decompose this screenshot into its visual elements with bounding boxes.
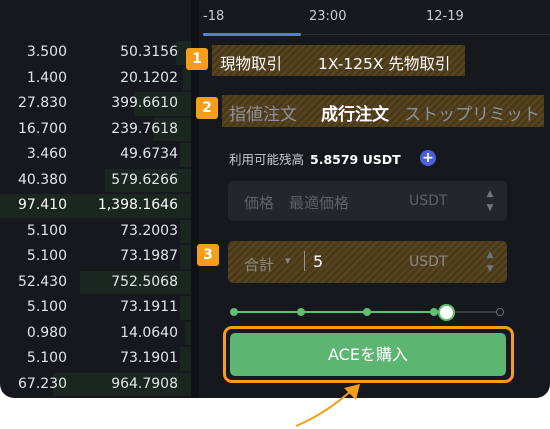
orderbook-price: 3.500: [26, 44, 67, 60]
slider-stop[interactable]: [363, 308, 371, 316]
price-field[interactable]: 価格 最適価格 USDT ▲ ▼: [228, 181, 507, 221]
slider-stop[interactable]: [430, 308, 438, 316]
orderbook-row[interactable]: 52.430 752.5068: [0, 270, 191, 296]
depth-bar: [180, 347, 191, 371]
depth-bar: [180, 143, 191, 167]
orderbook-row[interactable]: 40.380 579.6266: [0, 168, 191, 194]
total-unit: USDT: [409, 254, 448, 270]
step-badge-2: 2: [196, 97, 218, 119]
orderbook-price: 5.100: [26, 350, 67, 366]
amount-slider[interactable]: [230, 304, 504, 321]
orderbook-price: 27.830: [18, 95, 67, 111]
orderbook-row[interactable]: 5.100 73.2003: [0, 219, 191, 245]
orderbook-price: 52.430: [18, 273, 67, 290]
slider-stop[interactable]: [230, 308, 238, 316]
orderbook-amount: 20.1202: [120, 69, 178, 86]
total-input[interactable]: 5: [313, 252, 323, 271]
tab-limit-order[interactable]: 指値注文: [229, 100, 297, 125]
caret-down-icon[interactable]: ▾: [285, 254, 291, 267]
timeline-active-underline: [203, 33, 301, 36]
orderbook-amount: 399.6610: [111, 95, 178, 111]
tab-stop-limit[interactable]: ストップリミット: [404, 100, 540, 125]
tab-futures[interactable]: 1X-125X 先物取引: [318, 52, 450, 74]
order-book: 3.500 50.3156 1.400 20.1202 27.830 399.6610 16…: [0, 40, 191, 397]
slider-stop[interactable]: [496, 308, 504, 316]
buy-button[interactable]: ACEを購入: [230, 333, 506, 376]
orderbook-amount: 49.6734: [120, 146, 178, 162]
step-badge-3: 3: [197, 244, 219, 266]
orderbook-price: 5.100: [26, 299, 67, 315]
orderbook-price: 67.230: [18, 375, 67, 392]
orderbook-row[interactable]: 3.500 50.3156: [0, 40, 191, 66]
orderbook-amount: 752.5068: [111, 273, 178, 290]
orderbook-row[interactable]: 3.460 49.6734: [0, 142, 191, 168]
price-placeholder: 最適価格: [289, 194, 350, 212]
depth-bar: [180, 219, 191, 243]
orderbook-price: 0.980: [26, 324, 67, 341]
depth-bar: [180, 296, 191, 320]
tab-spot[interactable]: 現物取引: [220, 52, 282, 74]
orderbook-row[interactable]: 5.100 73.1911: [0, 295, 191, 321]
chart-timeline: -18 23:00 12-19: [199, 0, 550, 36]
orderbook-row[interactable]: 5.100 73.1901: [0, 346, 191, 372]
total-separator: [304, 251, 305, 271]
orderbook-amount: 964.7908: [111, 375, 178, 392]
time-tick: 23:00: [309, 9, 347, 24]
orderbook-amount: 14.0640: [120, 324, 178, 341]
chevron-up-icon[interactable]: ▲: [485, 187, 495, 201]
orderbook-row[interactable]: 5.100 73.1987: [0, 244, 191, 270]
orderbook-amount: 73.2003: [120, 222, 178, 239]
orderbook-price: 97.410: [18, 197, 67, 213]
orderbook-price: 40.380: [18, 171, 67, 188]
chevron-down-icon[interactable]: ▼: [485, 201, 495, 215]
time-tick: -18: [203, 9, 225, 24]
orderbook-amount: 239.7618: [111, 120, 178, 137]
orderbook-price: 3.460: [26, 146, 67, 162]
orderbook-amount: 73.1911: [120, 299, 178, 315]
orderbook-price: 5.100: [26, 222, 67, 239]
trade-panel: 3.500 50.3156 1.400 20.1202 27.830 399.6610 16…: [0, 0, 550, 398]
price-label: 価格: [244, 194, 275, 212]
depth-bar: [183, 66, 191, 90]
orderbook-row[interactable]: 0.980 14.0640: [0, 321, 191, 347]
chevron-down-icon[interactable]: ▼: [485, 262, 495, 276]
time-tick: 12-19: [426, 9, 464, 24]
slider-thumb[interactable]: [438, 304, 455, 321]
orderbook-row[interactable]: 97.410 1,398.1646: [0, 193, 191, 219]
orderbook-price: 1.400: [26, 69, 67, 86]
slider-fill: [233, 311, 446, 313]
slider-stop[interactable]: [297, 308, 305, 316]
total-label: 合計: [244, 256, 275, 274]
price-stepper[interactable]: ▲ ▼: [485, 187, 495, 215]
price-unit: USDT: [409, 193, 448, 209]
orderbook-price: 16.700: [18, 120, 67, 137]
available-value: 5.8579 USDT: [310, 152, 401, 167]
orderbook-amount: 73.1987: [120, 248, 178, 264]
pointer-arrow-icon: [295, 384, 360, 427]
tab-market-order[interactable]: 成行注文: [321, 100, 389, 125]
step-badge-1: 1: [186, 48, 208, 70]
arrow-shaft: [295, 389, 353, 427]
orderbook-row[interactable]: 1.400 20.1202: [0, 66, 191, 92]
orderbook-amount: 1,398.1646: [97, 197, 178, 213]
orderbook-row[interactable]: 16.700 239.7618: [0, 117, 191, 143]
orderbook-amount: 50.3156: [120, 44, 178, 60]
orderbook-amount: 73.1901: [120, 350, 178, 366]
total-stepper[interactable]: ▲ ▼: [485, 248, 495, 276]
orderbook-row[interactable]: 67.230 964.7908: [0, 372, 191, 398]
available-balance: 利用可能残高 5.8579 USDT: [229, 149, 401, 168]
available-label: 利用可能残高: [229, 152, 305, 167]
orderbook-price: 5.100: [26, 248, 67, 264]
chevron-up-icon[interactable]: ▲: [485, 248, 495, 262]
arrow-head: [344, 384, 360, 400]
timeline-baseline: [301, 34, 550, 35]
orderbook-row[interactable]: 27.830 399.6610: [0, 91, 191, 117]
depth-bar: [180, 245, 191, 269]
total-field[interactable]: 合計 ▾ 5 USDT ▲ ▼: [228, 241, 507, 283]
add-funds-plus-icon[interactable]: +: [420, 150, 436, 166]
orderbook-amount: 579.6266: [111, 171, 178, 188]
